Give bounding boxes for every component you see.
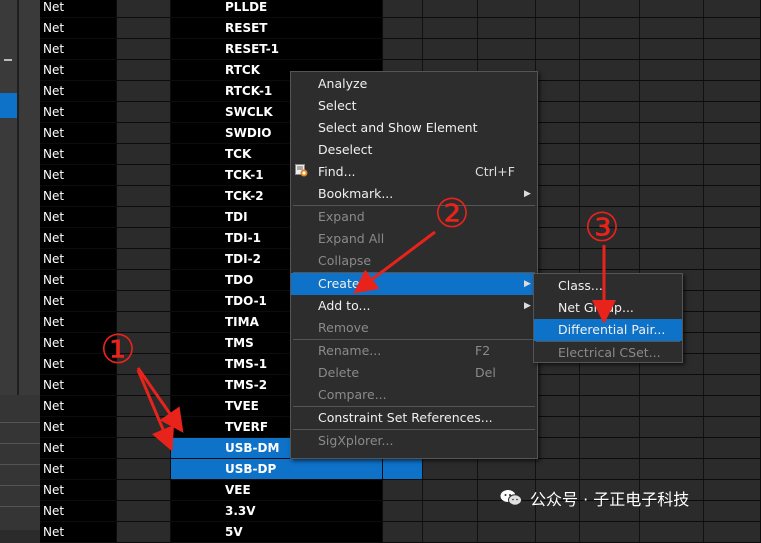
step-3-marker: ③ (584, 205, 620, 251)
annotation-arrows (136, 230, 616, 452)
step-2-marker: ② (434, 191, 470, 237)
arrow-2 (353, 230, 436, 294)
wechat-icon (500, 490, 522, 506)
watermark-text: 公众号 · 子正电子科技 (530, 490, 690, 509)
step-1-marker: ① (100, 327, 136, 373)
watermark: 公众号 · 子正电子科技 (500, 486, 689, 510)
